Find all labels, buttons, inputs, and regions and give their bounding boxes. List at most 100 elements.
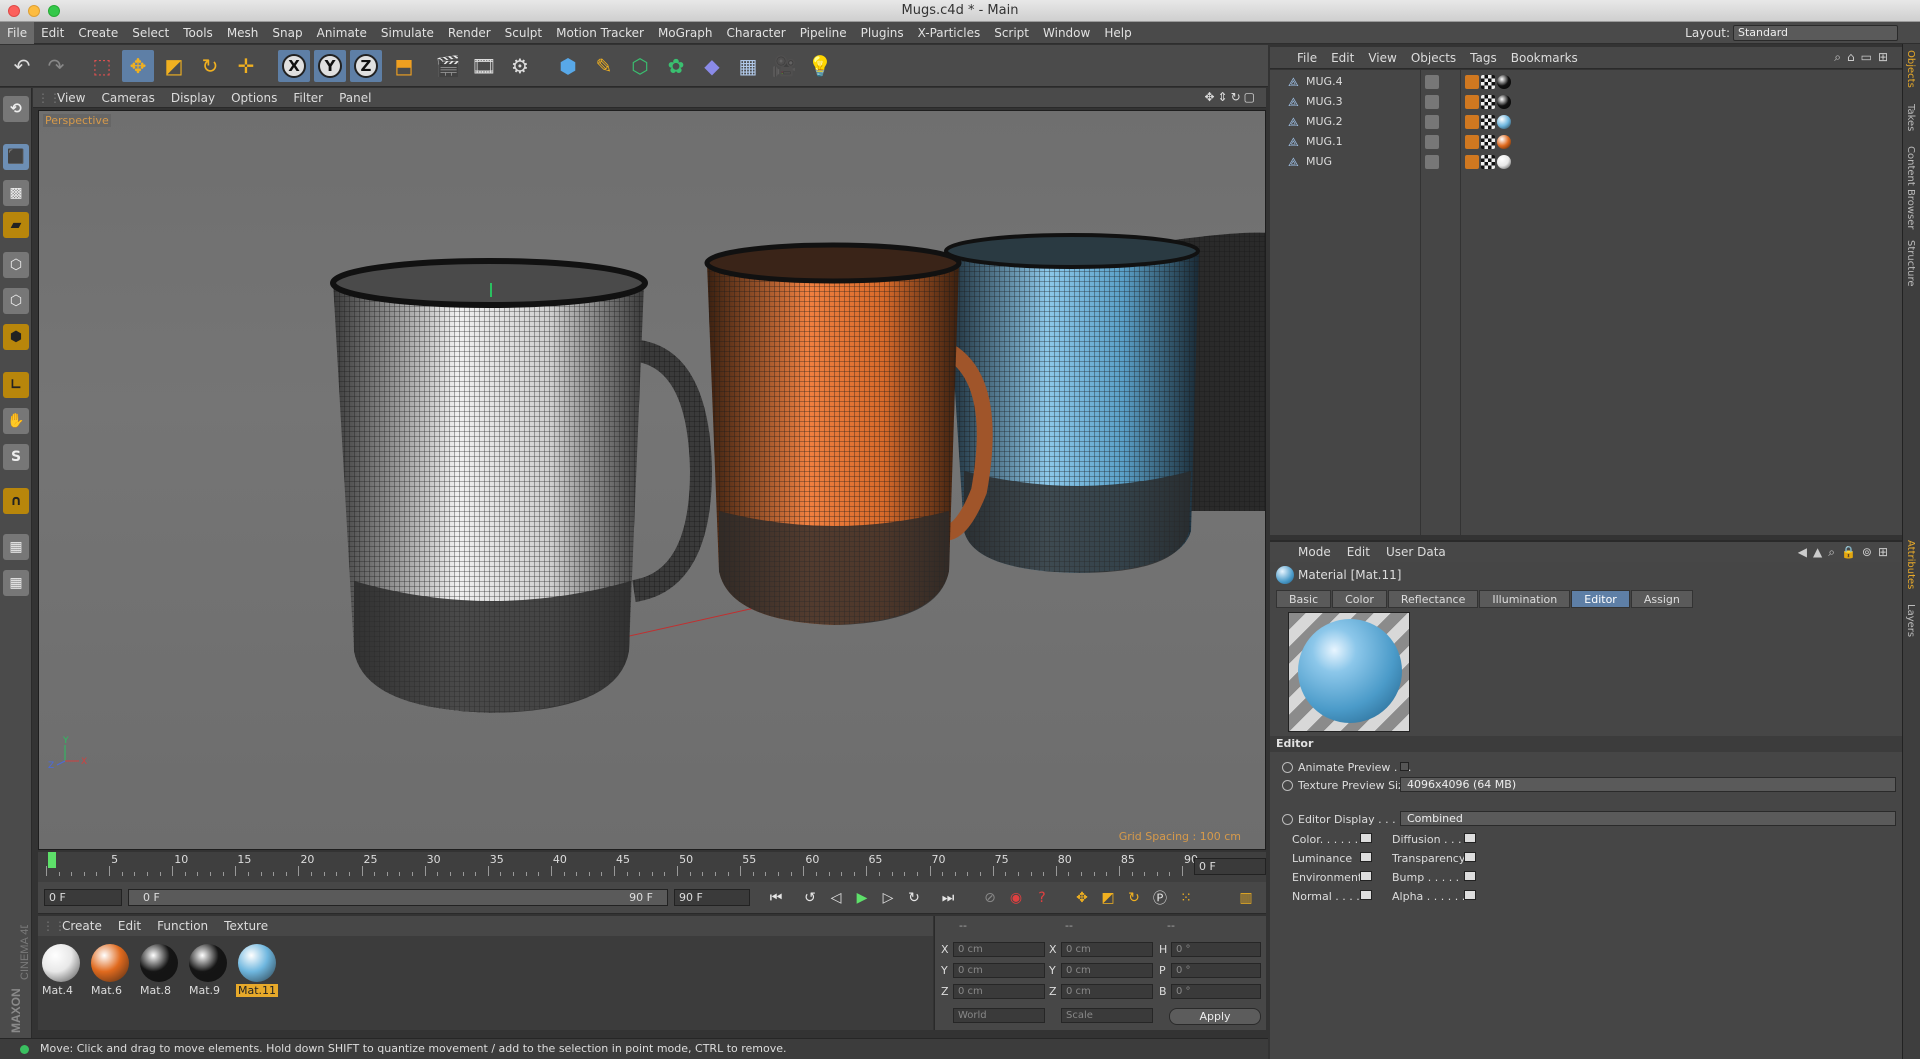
menu-pipeline[interactable]: Pipeline xyxy=(793,22,854,44)
rotation-key-icon[interactable]: ↻ xyxy=(1122,887,1146,909)
menu-tools[interactable]: Tools xyxy=(176,22,220,44)
x-axis-icon[interactable]: X xyxy=(278,50,310,82)
texture-tag-icon[interactable] xyxy=(1497,115,1511,129)
channel-toggle-alpha[interactable] xyxy=(1464,890,1476,900)
menu-mograph[interactable]: MoGraph xyxy=(651,22,720,44)
dock-tab-takes[interactable]: Takes xyxy=(1905,104,1916,131)
snap-icon[interactable]: ∩ xyxy=(3,488,29,514)
object-menu-tags[interactable]: Tags xyxy=(1463,51,1504,65)
rotation-b-field[interactable]: 0 ° xyxy=(1171,984,1261,999)
camera-icon[interactable]: 🎥 xyxy=(768,50,800,82)
parameter-key-icon[interactable]: Ⓟ xyxy=(1148,887,1172,909)
dock-tab-attributes[interactable]: Attributes xyxy=(1905,540,1916,589)
render-view-icon[interactable]: 🎬 xyxy=(432,50,464,82)
menu-simulate[interactable]: Simulate xyxy=(374,22,441,44)
go-to-start-icon[interactable]: ⏮ xyxy=(764,887,788,909)
coordinate-space-select[interactable]: World xyxy=(953,1008,1045,1023)
workplane-mode-icon[interactable]: ▰ xyxy=(3,212,29,238)
menu-window[interactable]: Window xyxy=(1036,22,1097,44)
dock-tab-objects[interactable]: Objects xyxy=(1905,50,1916,88)
uvw-tag-icon[interactable] xyxy=(1481,75,1495,89)
coordinate-mode-select[interactable]: Scale xyxy=(1061,1008,1153,1023)
viewport-menu-filter[interactable]: Filter xyxy=(285,91,331,105)
menu-edit[interactable]: Edit xyxy=(34,22,71,44)
material-menu-function[interactable]: Function xyxy=(149,919,216,933)
dock-tab-content-browser[interactable]: Content Browser xyxy=(1905,146,1916,229)
perspective-viewport[interactable]: Perspective Y X Z Grid Spacing: 100 cm xyxy=(38,110,1266,850)
point-level-key-icon[interactable]: ⁙ xyxy=(1174,887,1198,909)
next-key-icon[interactable]: ↻ xyxy=(902,887,926,909)
channel-toggle-transparency[interactable] xyxy=(1464,852,1476,862)
playhead-marker[interactable] xyxy=(48,852,56,868)
texture-tag-icon[interactable] xyxy=(1497,155,1511,169)
timeline-ruler[interactable]: 051015202530354045505560657075808590 0 F xyxy=(38,852,1266,882)
close-window-button[interactable] xyxy=(8,5,20,17)
object-row[interactable]: ⟁ MUG xyxy=(1270,152,1902,172)
material-swatch[interactable]: Mat.9 xyxy=(187,942,229,998)
viewport-navigation-icons[interactable]: ✥⇕↻▢ xyxy=(1204,90,1258,104)
visibility-toggle-icon[interactable] xyxy=(1425,75,1439,89)
visibility-toggle-icon[interactable] xyxy=(1425,95,1439,109)
texture-tag-icon[interactable] xyxy=(1497,135,1511,149)
object-menu-objects[interactable]: Objects xyxy=(1404,51,1463,65)
menu-snap[interactable]: Snap xyxy=(265,22,309,44)
deformer-icon[interactable]: ◆ xyxy=(696,50,728,82)
object-menu-view[interactable]: View xyxy=(1361,51,1403,65)
pen-spline-icon[interactable]: ✎ xyxy=(588,50,620,82)
cube-icon[interactable]: ⬢ xyxy=(552,50,584,82)
zoom-window-button[interactable] xyxy=(48,5,60,17)
visibility-toggle-icon[interactable] xyxy=(1425,115,1439,129)
object-row[interactable]: ⟁ MUG.3 xyxy=(1270,92,1902,112)
object-menu-bookmarks[interactable]: Bookmarks xyxy=(1504,51,1585,65)
channel-toggle-luminance[interactable] xyxy=(1360,852,1372,862)
end-frame-field[interactable]: 90 F xyxy=(674,889,750,906)
viewport-menu-display[interactable]: Display xyxy=(163,91,223,105)
menu-select[interactable]: Select xyxy=(125,22,176,44)
light-icon[interactable]: 💡 xyxy=(804,50,836,82)
menu-motion-tracker[interactable]: Motion Tracker xyxy=(549,22,651,44)
viewport-menu-options[interactable]: Options xyxy=(223,91,285,105)
next-frame-icon[interactable]: ▷ xyxy=(876,887,900,909)
phong-tag-icon[interactable] xyxy=(1465,135,1479,149)
object-row[interactable]: ⟁ MUG.1 xyxy=(1270,132,1902,152)
record-active-objects-icon[interactable]: ⊘ xyxy=(978,887,1002,909)
rotation-p-field[interactable]: 0 ° xyxy=(1171,963,1261,978)
object-menu-edit[interactable]: Edit xyxy=(1324,51,1361,65)
texture-tag-icon[interactable] xyxy=(1497,95,1511,109)
render-picture-viewer-icon[interactable]: 🎞 xyxy=(468,50,500,82)
points-mode-icon[interactable]: ⬡ xyxy=(3,252,29,278)
material-swatch[interactable]: Mat.8 xyxy=(138,942,180,998)
phong-tag-icon[interactable] xyxy=(1465,95,1479,109)
visibility-toggle-icon[interactable] xyxy=(1425,135,1439,149)
current-frame-field[interactable]: 0 F xyxy=(1194,858,1266,875)
menu-file[interactable]: File xyxy=(0,21,35,44)
start-frame-field[interactable]: 0 F xyxy=(44,889,122,906)
edit-render-settings-icon[interactable]: ⚙ xyxy=(504,50,536,82)
viewport-menu-cameras[interactable]: Cameras xyxy=(93,91,162,105)
position-z-field[interactable]: 0 cm xyxy=(953,984,1045,999)
channel-toggle-environment[interactable] xyxy=(1360,871,1372,881)
menu-plugins[interactable]: Plugins xyxy=(854,22,911,44)
uvw-tag-icon[interactable] xyxy=(1481,155,1495,169)
material-menu-edit[interactable]: Edit xyxy=(110,919,149,933)
attr-menu-edit[interactable]: Edit xyxy=(1339,545,1378,559)
axis-mode-icon[interactable]: ∟ xyxy=(3,372,29,398)
array-icon[interactable]: ✿ xyxy=(660,50,692,82)
autokeying-icon[interactable]: ◉ xyxy=(1004,887,1028,909)
timeline-window-icon[interactable]: ▥ xyxy=(1234,887,1258,909)
position-y-field[interactable]: 0 cm xyxy=(953,963,1045,978)
texture-tag-icon[interactable] xyxy=(1497,75,1511,89)
animate-preview-radio[interactable] xyxy=(1282,762,1293,773)
scale-icon[interactable]: ◩ xyxy=(158,50,190,82)
menu-render[interactable]: Render xyxy=(441,22,498,44)
editor-display-select[interactable]: Combined xyxy=(1400,811,1896,826)
material-menu-create[interactable]: Create xyxy=(54,919,110,933)
channel-toggle-diffusion[interactable] xyxy=(1464,833,1476,843)
position-key-icon[interactable]: ✥ xyxy=(1070,887,1094,909)
previous-frame-icon[interactable]: ◁ xyxy=(824,887,848,909)
rotation-h-field[interactable]: 0 ° xyxy=(1171,942,1261,957)
workplane-lock-icon[interactable]: ▦ xyxy=(3,534,29,560)
phong-tag-icon[interactable] xyxy=(1465,155,1479,169)
range-slider[interactable]: 0 F 90 F xyxy=(128,889,668,906)
edges-mode-icon[interactable]: ⬡ xyxy=(3,288,29,314)
